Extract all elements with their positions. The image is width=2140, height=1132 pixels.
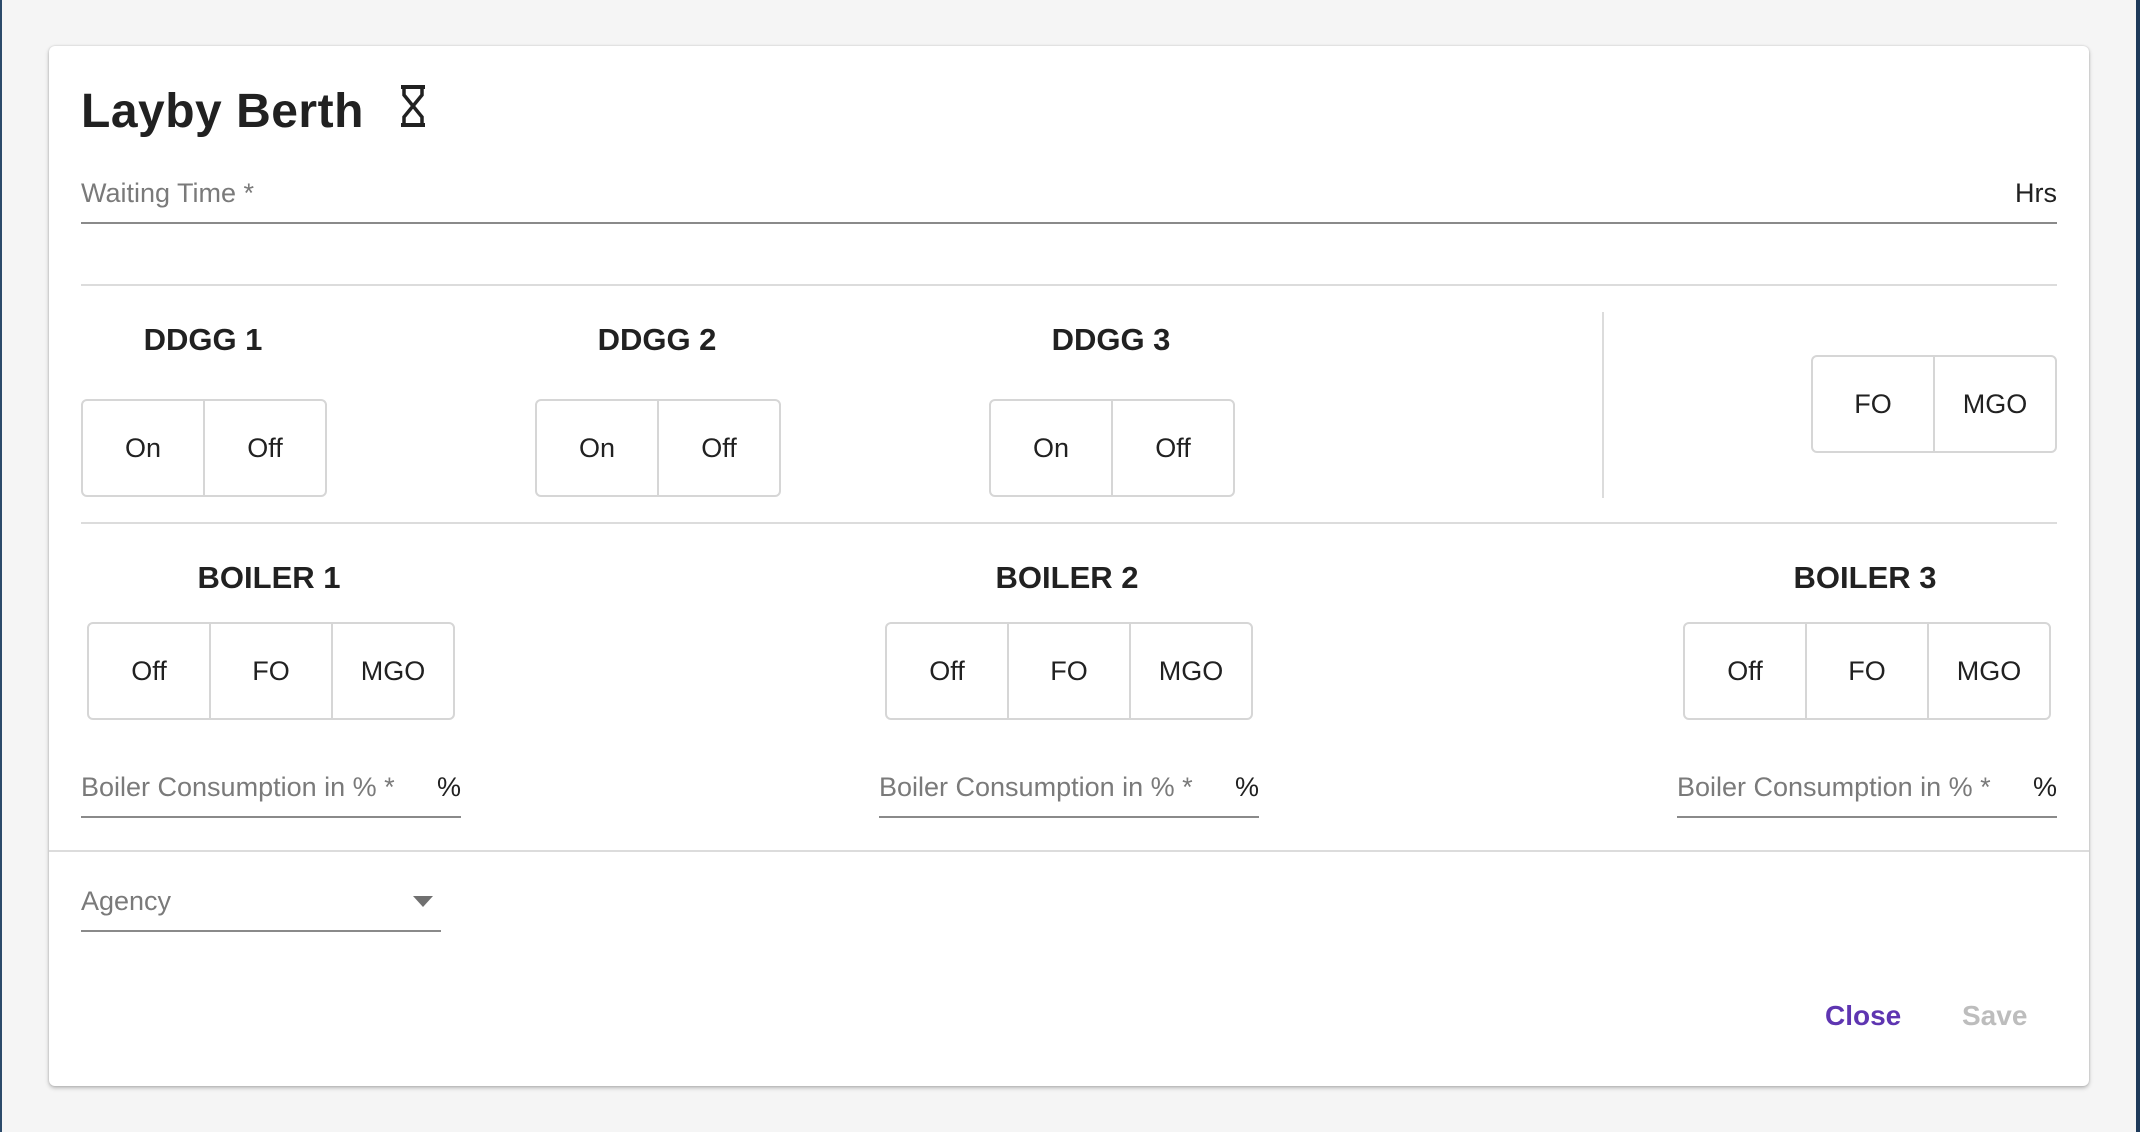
ddgg-2-title: DDGG 2 bbox=[597, 322, 717, 357]
save-button[interactable]: Save bbox=[1962, 1000, 2027, 1032]
boiler-2-consumption-field[interactable]: Boiler Consumption in % * % bbox=[879, 770, 1259, 818]
chevron-down-icon bbox=[413, 896, 433, 907]
boiler-1-consumption-label: Boiler Consumption in % * bbox=[81, 772, 395, 802]
boiler-3-fo-button[interactable]: FO bbox=[1807, 624, 1929, 718]
boiler-1-mgo-button[interactable]: MGO bbox=[333, 624, 453, 718]
boiler-1-toggle: Off FO MGO bbox=[87, 622, 455, 720]
ddgg-3-on-button[interactable]: On bbox=[991, 401, 1113, 495]
boiler-3-consumption-field[interactable]: Boiler Consumption in % * % bbox=[1677, 770, 2057, 818]
ddgg-1-title: DDGG 1 bbox=[143, 322, 263, 357]
background-window-edge bbox=[0, 0, 2, 1132]
boiler-2-consumption-unit: % bbox=[1234, 772, 1259, 802]
section-divider bbox=[81, 522, 2057, 524]
boiler-3-off-button[interactable]: Off bbox=[1685, 624, 1807, 718]
boiler-2-title: BOILER 2 bbox=[995, 560, 1139, 595]
waiting-time-unit: Hrs bbox=[2015, 178, 2057, 208]
boiler-2-toggle: Off FO MGO bbox=[885, 622, 1253, 720]
ddgg-3-title: DDGG 3 bbox=[1051, 322, 1171, 357]
ddgg-3-toggle: On Off bbox=[989, 399, 1235, 497]
boiler-3-toggle: Off FO MGO bbox=[1683, 622, 2051, 720]
boiler-1-title: BOILER 1 bbox=[197, 560, 341, 595]
boiler-2-mgo-button[interactable]: MGO bbox=[1131, 624, 1251, 718]
boiler-3-consumption-label: Boiler Consumption in % * bbox=[1677, 772, 1991, 802]
fuel-type-toggle: FO MGO bbox=[1811, 355, 2057, 453]
background-window-edge-right bbox=[2136, 0, 2140, 1132]
vertical-divider bbox=[1602, 312, 1604, 498]
close-button[interactable]: Close bbox=[1825, 1000, 1901, 1032]
boiler-1-fo-button[interactable]: FO bbox=[211, 624, 333, 718]
ddgg-3-off-button[interactable]: Off bbox=[1113, 401, 1233, 495]
boiler-2-consumption-label: Boiler Consumption in % * bbox=[879, 772, 1193, 802]
boiler-2-off-button[interactable]: Off bbox=[887, 624, 1009, 718]
boiler-3-mgo-button[interactable]: MGO bbox=[1929, 624, 2049, 718]
boiler-2-fo-button[interactable]: FO bbox=[1009, 624, 1131, 718]
waiting-time-label: Waiting Time * bbox=[81, 178, 255, 208]
layby-berth-dialog: Layby Berth Waiting Time * Hrs DDGG 1 On… bbox=[49, 46, 2089, 1086]
dialog-header: Layby Berth bbox=[81, 76, 428, 146]
boiler-1-consumption-field[interactable]: Boiler Consumption in % * % bbox=[81, 770, 461, 818]
agency-label: Agency bbox=[81, 886, 172, 916]
hourglass-icon bbox=[400, 85, 425, 127]
boiler-1-off-button[interactable]: Off bbox=[89, 624, 211, 718]
ddgg-2-on-button[interactable]: On bbox=[537, 401, 659, 495]
ddgg-1-off-button[interactable]: Off bbox=[205, 401, 325, 495]
boiler-3-consumption-unit: % bbox=[2032, 772, 2057, 802]
section-divider bbox=[81, 284, 2057, 286]
boiler-3-title: BOILER 3 bbox=[1793, 560, 1937, 595]
fuel-mgo-button[interactable]: MGO bbox=[1935, 357, 2055, 451]
ddgg-2-off-button[interactable]: Off bbox=[659, 401, 779, 495]
boiler-1-consumption-unit: % bbox=[436, 772, 461, 802]
ddgg-1-toggle: On Off bbox=[81, 399, 327, 497]
dialog-title: Layby Berth bbox=[81, 84, 364, 138]
ddgg-2-toggle: On Off bbox=[535, 399, 781, 497]
agency-select[interactable]: Agency bbox=[81, 884, 441, 932]
fuel-fo-button[interactable]: FO bbox=[1813, 357, 1935, 451]
section-divider bbox=[49, 850, 2089, 852]
ddgg-1-on-button[interactable]: On bbox=[83, 401, 205, 495]
waiting-time-field[interactable]: Waiting Time * Hrs bbox=[81, 176, 2057, 224]
